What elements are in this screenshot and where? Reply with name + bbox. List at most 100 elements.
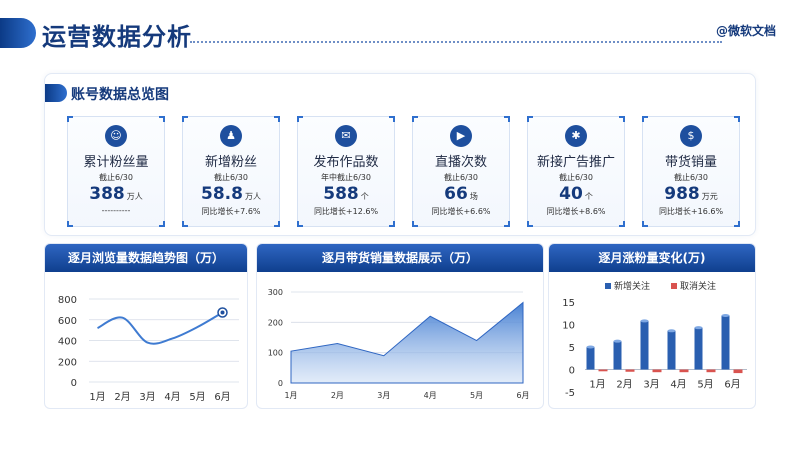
- kpi-date: 截止6/30: [214, 173, 248, 182]
- sales-title: 逐月带货销量数据展示（万）: [257, 244, 543, 272]
- kpi-value: 988: [664, 184, 700, 204]
- series-area: [290, 301, 524, 384]
- bar-unfollows: [652, 369, 662, 373]
- kpi-label: 累计粉丝量: [83, 155, 149, 170]
- kpi-label: 带货销量: [664, 155, 717, 170]
- x-tick-label: 3月: [139, 391, 155, 403]
- new-fans-icon: ♟: [220, 125, 242, 147]
- y-tick-label: 200: [268, 318, 283, 327]
- series-line: [97, 311, 224, 345]
- x-tick-label: 5月: [189, 391, 205, 403]
- bar-new-followers: [586, 347, 595, 370]
- users-icon: ☺: [105, 125, 127, 147]
- bar-new-followers: [721, 315, 730, 370]
- overview-title: 账号数据总览图: [71, 87, 169, 103]
- bar-unfollows: [625, 369, 635, 372]
- y-tick-label: 200: [58, 357, 77, 368]
- kpi-value: 588: [323, 184, 359, 204]
- y-tick-label: 100: [268, 349, 283, 358]
- bar-new-followers: [667, 330, 676, 370]
- kpi-date: 截止6/30: [99, 173, 133, 182]
- x-tick-label: 4月: [164, 391, 180, 403]
- legend-swatch: [671, 283, 677, 289]
- x-tick-label: 2月: [114, 391, 130, 403]
- bar-cap: [667, 329, 676, 333]
- legend-label: 取消关注: [680, 280, 716, 292]
- y-tick-label: 10: [562, 321, 575, 332]
- x-tick-label: 1月: [284, 391, 297, 400]
- bar-unfollows: [598, 369, 608, 372]
- kpi-unit: 个: [584, 192, 593, 201]
- views-trend-panel: 逐月浏览量数据趋势图（万） 0 200 400 600 800 1月 2月 3月 4月 5月 6月: [44, 243, 248, 409]
- bar-cap: [586, 345, 595, 349]
- live-icon: ▶: [450, 125, 472, 147]
- brand-label: @微软文档: [715, 24, 776, 38]
- kpi-card: $ 带货销量截止6/30 988 万元同比增长+16.6%: [642, 116, 740, 227]
- x-tick-label: 2月: [331, 391, 344, 400]
- views-trend-title: 逐月浏览量数据趋势图（万）: [45, 244, 247, 272]
- y-tick-label: 5: [569, 343, 575, 354]
- title-divider: [190, 41, 722, 43]
- kpi-date: 截止6/30: [559, 173, 593, 182]
- y-tick-label: 0: [569, 366, 575, 377]
- x-tick-label: 5月: [697, 379, 713, 391]
- bar-unfollows: [679, 369, 689, 373]
- bar-cap: [640, 319, 649, 323]
- bar-unfollows: [706, 369, 716, 373]
- kpi-growth: 同比增长+12.6%: [313, 207, 379, 216]
- y-tick-label: 300: [268, 288, 283, 297]
- x-tick-label: 4月: [424, 391, 437, 400]
- kpi-card: ☺ 累计粉丝量 截止6/30 388 万人 ----------: [67, 116, 165, 227]
- y-tick-label: 0: [278, 379, 283, 388]
- kpi-growth: ----------: [101, 206, 131, 215]
- bar-new-followers: [640, 320, 649, 370]
- kpi-label: 新接广告推广: [536, 155, 615, 170]
- kpi-growth: 同比增长+7.6%: [201, 207, 261, 216]
- kpi-card: ✱ 新接广告推广 截止6/30 40 个同比增长+8.6%: [527, 116, 625, 227]
- kpi-card: ▶ 直播次数 截止6/30 66 场同比增长+6.6%: [412, 116, 510, 227]
- kpi-label: 新增粉丝: [204, 155, 257, 170]
- kpi-growth: 同比增长+6.6%: [431, 207, 491, 216]
- sales-icon: $: [680, 125, 702, 147]
- x-tick-label: 1月: [89, 391, 105, 403]
- page-title: 运营数据分析: [42, 23, 192, 51]
- bar-unfollows: [733, 369, 743, 374]
- bar-cap: [613, 339, 622, 343]
- kpi-value: 388: [89, 184, 125, 204]
- x-tick-label: 2月: [616, 379, 632, 391]
- bar-new-followers: [694, 327, 703, 370]
- kpi-card: ✉ 发布作品数 年中截止6/30 588 个同比增长+12.6%: [297, 116, 395, 227]
- kpi-card: ♟ 新增粉丝截止6/30 58.8 万人同比增长+7.6%: [182, 116, 280, 227]
- kpi-unit: 万元: [701, 192, 718, 201]
- header-accent: [0, 18, 36, 48]
- legend-swatch: [605, 283, 611, 289]
- bar-cap: [721, 314, 730, 317]
- x-tick-label: 1月: [589, 379, 605, 391]
- sales-panel: 逐月带货销量数据展示（万） 0 100 200 300 1月 2月 3月 4月 5月 6月: [256, 243, 544, 409]
- ad-icon: ✱: [565, 125, 587, 147]
- legend-label: 新增关注: [614, 280, 650, 292]
- x-tick-label: 6月: [724, 379, 740, 391]
- x-tick-label: 5月: [470, 391, 483, 400]
- kpi-unit: 个: [360, 192, 369, 201]
- y-tick-label: -5: [565, 388, 575, 399]
- kpi-unit: 场: [469, 192, 478, 201]
- kpi-value: 40: [559, 184, 583, 204]
- sales-area-chart: 0 100 200 300 1月 2月 3月 4月 5月 6月: [268, 288, 530, 400]
- x-tick-label: 3月: [643, 379, 659, 391]
- kpi-unit: 万人: [244, 192, 261, 201]
- kpi-growth: 同比增长+16.6%: [658, 207, 724, 216]
- kpi-date: 年中截止6/30: [321, 173, 371, 182]
- fans-change-panel: 逐月涨粉量变化(万) -5 0 5 10 15 新增关注 取消关注 1月 2月 3月 4月 5月 6月: [548, 243, 756, 409]
- overview-accent: [45, 84, 67, 102]
- kpi-label: 直播次数: [434, 155, 487, 170]
- bar-cap: [694, 326, 703, 330]
- x-tick-label: 3月: [377, 391, 390, 400]
- kpi-value: 58.8: [201, 184, 243, 204]
- kpi-date: 截止6/30: [674, 173, 708, 182]
- y-tick-label: 15: [562, 298, 575, 309]
- publish-icon: ✉: [335, 125, 357, 147]
- y-tick-label: 0: [71, 378, 77, 389]
- kpi-date: 截止6/30: [444, 173, 478, 182]
- bar-new-followers: [613, 341, 622, 370]
